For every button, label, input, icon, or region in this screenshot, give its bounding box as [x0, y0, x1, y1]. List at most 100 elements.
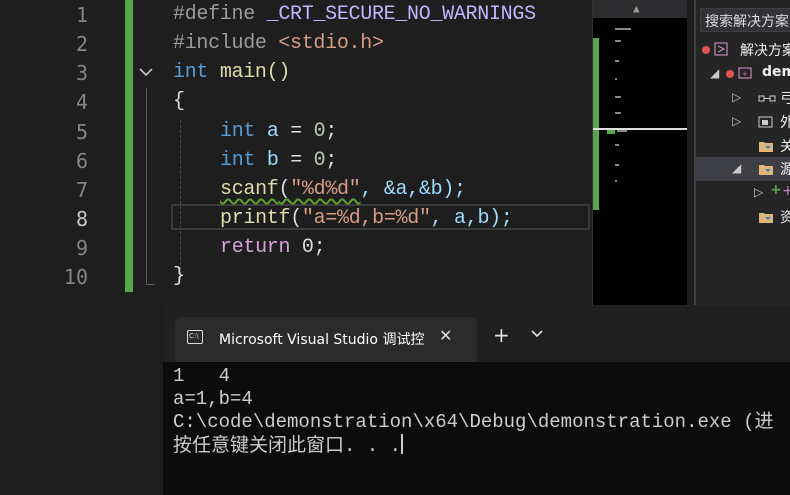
keyword-return: return [220, 236, 291, 259]
debug-console-window[interactable]: C:\ Microsoft Visual Studio 调试控 ✕ + 1 4a… [163, 305, 790, 495]
minimap-change-bar [593, 38, 599, 210]
semicolon: ; [325, 149, 338, 172]
fold-guide-end [146, 284, 154, 285]
tree-item-label: 关 [780, 139, 790, 155]
line-number: 5 [75, 120, 88, 144]
code-line-5[interactable]: int a = 0; [220, 120, 337, 143]
output-line: a=1,b=4 [173, 388, 253, 410]
string-literal: "%d%d" [290, 178, 361, 201]
folder-filter-icon [758, 139, 773, 153]
code-line-3[interactable]: int main() [173, 61, 290, 84]
function-signature: main() [219, 61, 291, 84]
line-number-current: 8 [75, 207, 88, 231]
output-line-prompt: 按任意键关闭此窗口. . . [173, 434, 790, 458]
svg-text:+: + [742, 70, 748, 78]
minimap-line [615, 180, 617, 182]
cpp-project-icon: + [738, 66, 752, 80]
prompt-text: 按任意键关闭此窗口. . . [173, 435, 402, 457]
new-tab-button[interactable]: + [493, 323, 510, 347]
code-line-8[interactable]: printf("a=%d,b=%d", a,b); [220, 207, 513, 230]
code-line-6[interactable]: int b = 0; [220, 149, 337, 172]
fold-chevron-icon[interactable] [137, 63, 157, 83]
warning-dot-icon [702, 46, 710, 54]
minimap-line [615, 96, 621, 98]
solution-label: 解决方案 [740, 43, 790, 59]
tree-item[interactable]: ▷ 外 [696, 110, 790, 134]
minimap-line [615, 164, 619, 166]
minimap-line [615, 144, 619, 146]
keyword: int [220, 149, 256, 172]
tree-item[interactable]: 关 [696, 134, 790, 158]
tree-item-label: 资 [780, 210, 790, 226]
terminal-output[interactable]: 1 4 a=1,b=4 C:\code\demonstration\x64\Debu… [173, 365, 790, 458]
code-line-1[interactable]: #define _CRT_SECURE_NO_WARNINGS [173, 3, 536, 26]
scroll-up-icon[interactable]: ▲ [633, 2, 640, 15]
collapsed-triangle-icon: ▷ [732, 114, 742, 128]
macro-name: _CRT_SECURE_NO_WARNINGS [266, 3, 536, 26]
code-editor[interactable]: 1 2 3 4 5 6 7 8 9 10 #define _CRT_SECURE… [0, 0, 592, 305]
terminal-tab-bar: C:\ Microsoft Visual Studio 调试控 ✕ + [163, 305, 790, 362]
tree-item-label: 源 [780, 162, 790, 178]
line-number: 6 [75, 149, 88, 173]
references-icon [758, 91, 776, 105]
brace: { [173, 90, 185, 113]
code-minimap[interactable]: ▲ [592, 0, 687, 305]
code-line-4[interactable]: { [173, 90, 185, 113]
line-number-gutter: 1 2 3 4 5 6 7 8 9 10 [0, 0, 100, 305]
variable: a [266, 120, 279, 143]
minimap-line [615, 112, 621, 114]
operator: = [278, 149, 314, 172]
include-header: <stdio.h> [278, 32, 384, 55]
tree-item[interactable]: ▷ + + [696, 181, 790, 205]
minimap-line [615, 28, 631, 30]
tree-item-label: + [782, 183, 790, 199]
solution-search-input[interactable]: 搜索解决方案 [700, 8, 790, 32]
code-line-10[interactable]: } [173, 265, 185, 288]
folder-filter-icon [758, 162, 773, 176]
fold-guide [146, 88, 147, 284]
function-call: printf [220, 207, 291, 230]
line-number: 9 [75, 236, 88, 260]
number-literal: 0 [313, 149, 326, 172]
brace: } [173, 265, 185, 288]
preprocessor-directive: #include [173, 32, 267, 55]
text-cursor [401, 434, 404, 454]
minimap-line [615, 78, 617, 80]
expanded-triangle-icon: ◢ [710, 66, 720, 80]
code-line-7[interactable]: scanf("%d%d", &a,&b); [220, 178, 466, 201]
tree-item[interactable]: 资 [696, 205, 790, 229]
minimap-line [615, 60, 619, 62]
code-line-9[interactable]: return 0; [220, 236, 326, 259]
added-file-icon: + [770, 182, 782, 198]
solution-root[interactable]: 解决方案 [696, 38, 790, 62]
line-number: 1 [75, 3, 88, 27]
chevron-down-icon[interactable] [531, 327, 543, 341]
tree-item[interactable]: ▷ 弓 [696, 86, 790, 110]
minimap-line [617, 130, 627, 132]
return-value: 0; [290, 236, 326, 259]
terminal-tab[interactable]: C:\ Microsoft Visual Studio 调试控 ✕ [175, 317, 477, 362]
output-line: C:\code\demonstration\x64\Debug\demonstr… [173, 411, 774, 433]
variable: b [266, 149, 279, 172]
collapsed-triangle-icon: ▷ [732, 90, 742, 104]
paren: ( [290, 207, 302, 230]
minimap-content[interactable] [593, 18, 687, 305]
string-literal: "a=%d,b=%d" [301, 207, 431, 230]
tree-item-label: 弓 [780, 91, 790, 107]
code-line-2[interactable]: #include <stdio.h> [173, 32, 384, 55]
project-node[interactable]: ◢ + dem [696, 62, 790, 86]
paren: ( [278, 178, 291, 201]
minimap-line [615, 40, 621, 42]
tree-item-selected[interactable]: ◢ 源 [696, 157, 790, 181]
minimap-viewport-line [593, 128, 687, 130]
keyword: int [173, 61, 209, 84]
warning-dot-icon [726, 70, 734, 78]
number-literal: 0 [313, 120, 326, 143]
external-deps-icon [758, 115, 773, 129]
close-icon[interactable]: ✕ [439, 326, 452, 345]
tree-item-label: 外 [780, 115, 790, 131]
line-number: 7 [75, 178, 88, 202]
line-number: 4 [75, 90, 88, 114]
semicolon: ; [325, 120, 338, 143]
collapsed-triangle-icon: ▷ [754, 185, 764, 199]
